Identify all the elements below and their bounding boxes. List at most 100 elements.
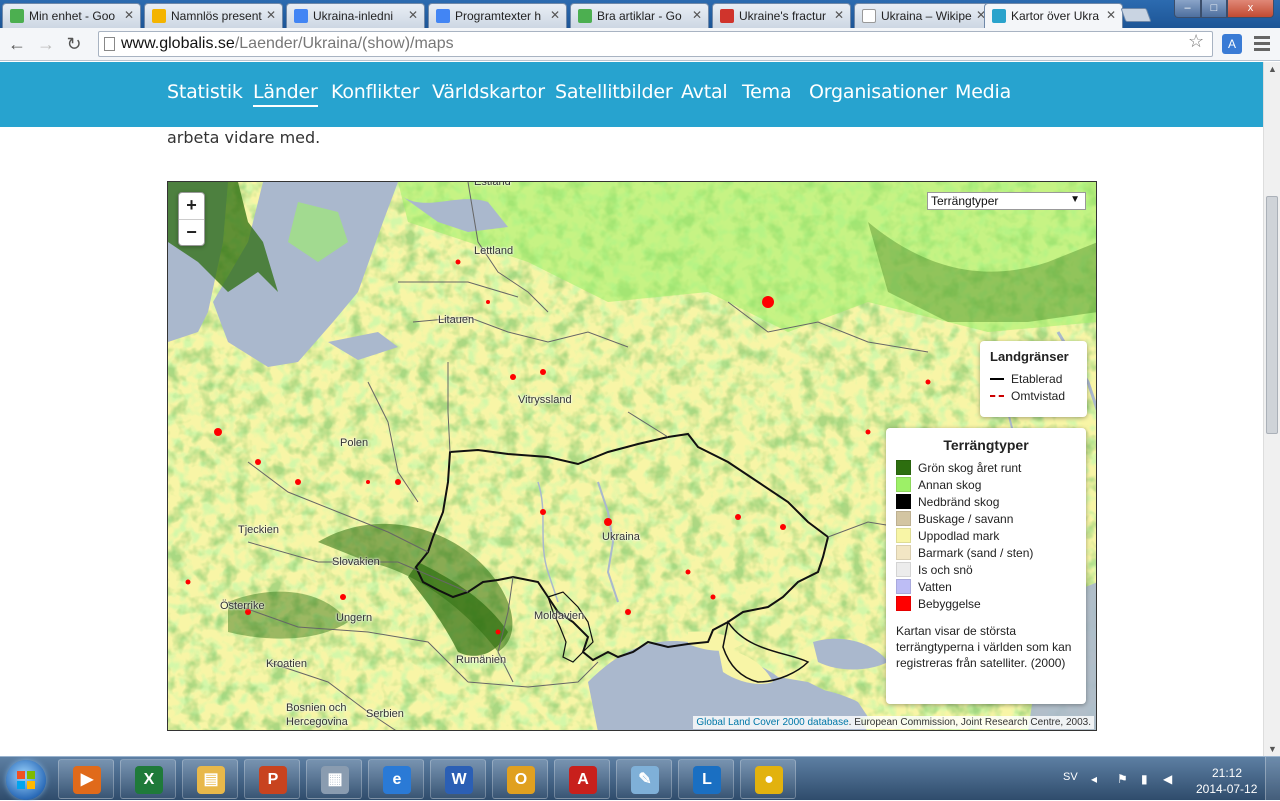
terrain-legend: Terrängtyper Grön skog året runt Annan sk… — [886, 428, 1086, 704]
nav-link[interactable]: Tema — [742, 81, 792, 103]
window-minimize-button[interactable]: – — [1174, 0, 1201, 18]
tab-close-icon[interactable]: ✕ — [550, 8, 560, 22]
nav-link[interactable]: Världskartor — [432, 81, 545, 103]
browser-tab[interactable]: Namnlös present ✕ — [144, 3, 283, 28]
tab-close-icon[interactable]: ✕ — [692, 8, 702, 22]
borders-legend: Landgränser Etablerad Omtvistad — [980, 341, 1087, 417]
pdf-icon — [720, 9, 734, 23]
browser-tab[interactable]: Ukraina – Wikipe ✕ — [854, 3, 993, 28]
tray-arrow-icon[interactable]: ◂ — [1091, 772, 1097, 786]
taskbar-app-calculator[interactable]: ▦ — [306, 759, 362, 799]
tab-close-icon[interactable]: ✕ — [266, 8, 276, 22]
nav-link[interactable]: Statistik — [167, 81, 243, 103]
taskbar-app-word[interactable]: W — [430, 759, 486, 799]
map-label: Rumänien — [456, 654, 507, 666]
google-drive-icon — [10, 9, 24, 23]
terrain-legend-label: Vatten — [918, 579, 952, 594]
taskbar-app-excel[interactable]: X — [120, 759, 176, 799]
volume-icon[interactable]: ◀ — [1163, 772, 1172, 786]
reload-button[interactable]: ↻ — [63, 33, 85, 55]
notes-icon: ✎ — [631, 766, 659, 794]
show-desktop-button[interactable] — [1265, 757, 1280, 801]
zoom-in-button[interactable]: + — [179, 193, 204, 219]
terrain-legend-item: Nedbränd skog — [896, 493, 1076, 510]
taskbar-app-notes[interactable]: ✎ — [616, 759, 672, 799]
back-button[interactable]: ← — [6, 33, 28, 55]
taskbar-app-powerpoint[interactable]: P — [244, 759, 300, 799]
window-close-button[interactable]: x — [1227, 0, 1274, 18]
windows-logo-icon — [17, 771, 35, 789]
browser-tab[interactable]: Ukraine's fractur ✕ — [712, 3, 851, 28]
map-label: Hercegovina — [286, 716, 348, 728]
browser-tab-label: Ukraina – Wikipe — [881, 9, 972, 23]
address-bar[interactable]: www.globalis.se/Laender/Ukraina/(show)/m… — [98, 31, 1213, 57]
internet-explorer-icon: e — [383, 766, 411, 794]
browser-tab-label: Ukraina-inledni — [313, 9, 394, 23]
taskbar-app-lync[interactable]: L — [678, 759, 734, 799]
attribution-link[interactable]: Global Land Cover 2000 database — [696, 717, 848, 728]
tab-close-icon[interactable]: ✕ — [408, 8, 418, 22]
page-scrollbar[interactable]: ▲ ▼ — [1263, 62, 1280, 756]
tab-close-icon[interactable]: ✕ — [1106, 8, 1116, 22]
action-center-flag-icon[interactable]: ⚑ — [1117, 772, 1128, 786]
map-label: Tjeckien — [238, 524, 279, 536]
lync-icon: L — [693, 766, 721, 794]
browser-toolbar: ← → ↻ www.globalis.se/Laender/Ukraina/(s… — [0, 28, 1280, 61]
nav-link[interactable]: Avtal — [681, 81, 728, 103]
window-maximize-button[interactable]: □ — [1201, 0, 1227, 18]
nav-link[interactable]: Konflikter — [331, 81, 420, 103]
scrollbar-thumb[interactable] — [1266, 196, 1278, 434]
map-layer-select[interactable]: Terrängtyper ▼ — [927, 192, 1086, 210]
terrain-legend-item: Uppodlad mark — [896, 527, 1076, 544]
terrain-color-swatch — [896, 562, 911, 577]
taskbar-app-explorer[interactable]: ▤ — [182, 759, 238, 799]
taskbar-app-internet-explorer[interactable]: e — [368, 759, 424, 799]
map-label: Serbien — [366, 708, 404, 720]
forward-button[interactable]: → — [35, 33, 57, 55]
tab-close-icon[interactable]: ✕ — [834, 8, 844, 22]
google-slides-icon — [152, 9, 166, 23]
taskbar-app-media-player[interactable]: ▶ — [58, 759, 114, 799]
network-icon[interactable]: ▮ — [1141, 772, 1148, 786]
browser-tab-label: Programtexter h — [455, 9, 542, 23]
start-button[interactable] — [6, 760, 46, 800]
scroll-up-icon[interactable]: ▲ — [1268, 64, 1277, 74]
browser-tab[interactable]: Kartor över Ukra ✕ — [984, 3, 1123, 29]
browser-tab[interactable]: Ukraina-inledni ✕ — [286, 3, 425, 28]
borders-legend-label: Omtvistad — [1011, 388, 1066, 403]
zoom-out-button[interactable]: − — [179, 219, 204, 245]
nav-link[interactable]: Länder — [253, 81, 318, 107]
taskbar-app-acrobat[interactable]: A — [554, 759, 610, 799]
language-indicator[interactable]: SV — [1063, 771, 1078, 783]
map-layer-select-value: Terrängtyper — [931, 194, 999, 208]
menu-icon[interactable] — [1254, 36, 1270, 54]
acrobat-icon: A — [569, 766, 597, 794]
map-label: Estland — [474, 181, 511, 188]
browser-tab[interactable]: Bra artiklar - Go ✕ — [570, 3, 709, 28]
translate-icon[interactable]: A — [1222, 34, 1242, 54]
page-icon — [104, 37, 115, 51]
borders-legend-title: Landgränser — [990, 349, 1069, 364]
browser-tab-label: Namnlös present — [171, 9, 262, 23]
bookmark-star-icon[interactable]: ☆ — [1188, 31, 1204, 52]
taskbar-app-chrome[interactable]: ● — [740, 759, 796, 799]
google-drive-icon — [578, 9, 592, 23]
clock-time[interactable]: 21:12 — [1212, 766, 1242, 780]
browser-tab-bar: Min enhet - Goo ✕ Namnlös present ✕ Ukraina-… — [0, 0, 1280, 29]
new-tab-button[interactable] — [1120, 8, 1152, 22]
browser-tab[interactable]: Programtexter h ✕ — [428, 3, 567, 28]
nav-link[interactable]: Satellitbilder — [555, 81, 673, 103]
media-player-icon: ▶ — [73, 766, 101, 794]
terrain-map[interactable]: Estland Lettland Litauen Vitryssland Polen Uk… — [167, 181, 1097, 731]
terrain-legend-item: Vatten — [896, 578, 1076, 595]
clock-date[interactable]: 2014-07-12 — [1196, 782, 1257, 796]
tab-close-icon[interactable]: ✕ — [124, 8, 134, 22]
scroll-down-icon[interactable]: ▼ — [1268, 744, 1277, 754]
terrain-color-swatch — [896, 460, 911, 475]
nav-link[interactable]: Organisationer — [809, 81, 947, 103]
map-label: Litauen — [438, 314, 475, 326]
browser-tab[interactable]: Min enhet - Goo ✕ — [2, 3, 141, 28]
taskbar-app-outlook[interactable]: O — [492, 759, 548, 799]
terrain-color-swatch — [896, 477, 911, 492]
nav-link[interactable]: Media — [955, 81, 1011, 103]
